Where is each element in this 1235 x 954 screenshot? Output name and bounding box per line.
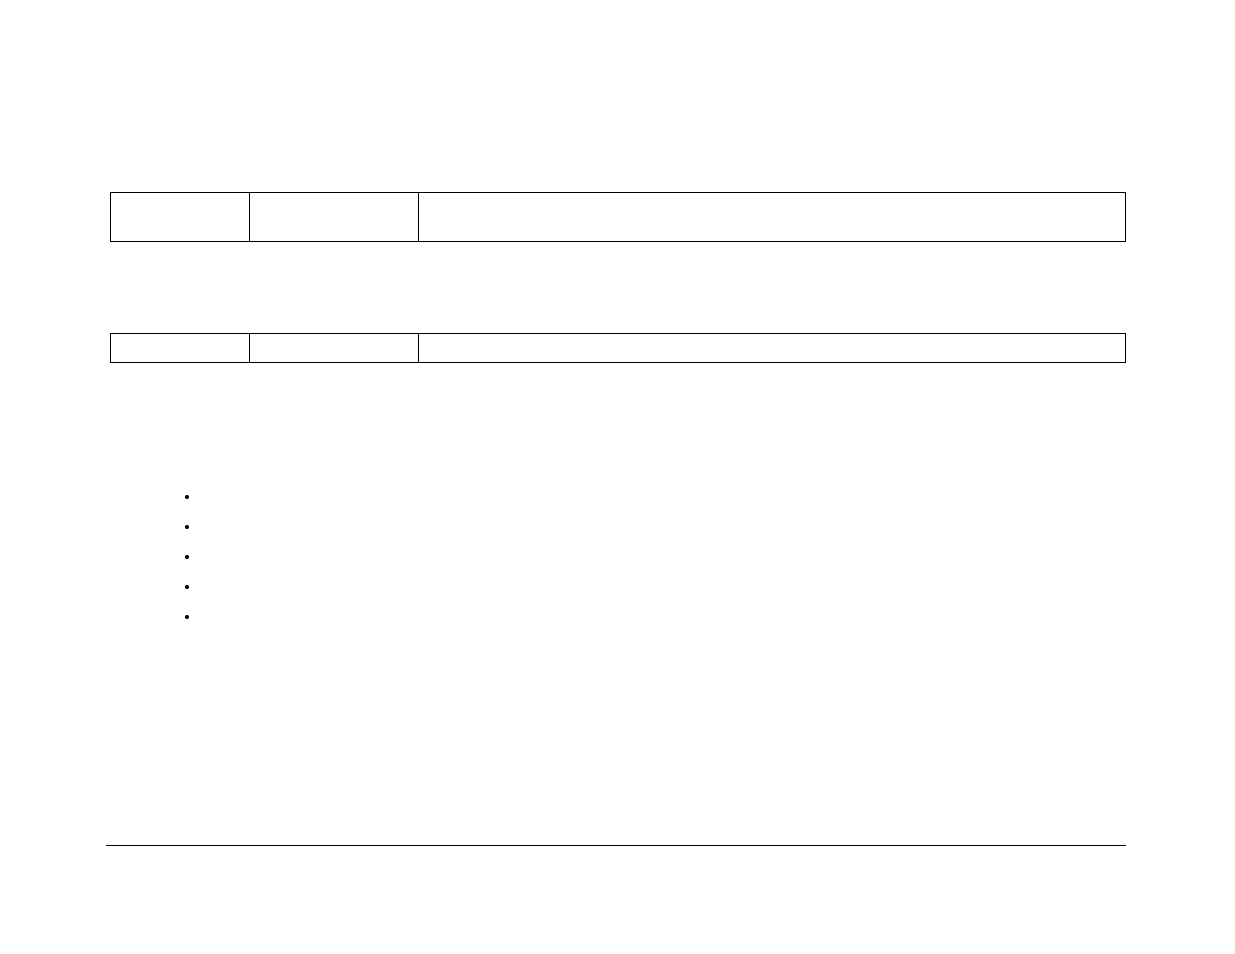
table-cell: [250, 193, 419, 242]
table-row: [111, 193, 1126, 242]
divider: [106, 845, 1126, 846]
table-cell: [111, 334, 250, 363]
table-1: [110, 192, 1126, 242]
table-cell: [419, 193, 1126, 242]
table-cell: [419, 334, 1126, 363]
table-cell: [111, 193, 250, 242]
table-2: [110, 333, 1126, 363]
table-cell: [250, 334, 419, 363]
table-row: [111, 334, 1126, 363]
